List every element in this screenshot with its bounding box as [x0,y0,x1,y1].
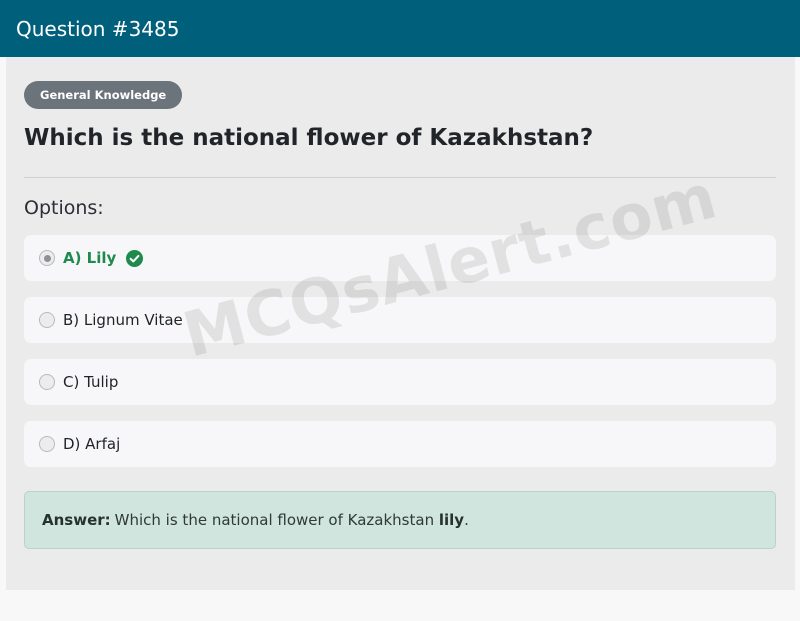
option-label: A) Lily [63,249,117,267]
option-label: D) Arfaj [63,435,121,453]
option-b[interactable]: B) Lignum Vitae [24,297,776,343]
question-card: General Knowledge Which is the national … [6,57,795,590]
option-label: B) Lignum Vitae [63,311,183,329]
answer-box: Answer: Which is the national flower of … [24,491,776,549]
option-c[interactable]: C) Tulip [24,359,776,405]
category-badge[interactable]: General Knowledge [24,81,183,109]
option-d[interactable]: D) Arfaj [24,421,776,467]
option-a[interactable]: A) Lily [24,235,776,281]
radio-option-c[interactable] [39,374,55,390]
answer-suffix: . [464,511,469,529]
divider [24,177,776,178]
page-header: Question #3485 [0,0,800,57]
option-label: C) Tulip [63,373,119,391]
answer-label: Answer: [42,511,111,529]
radio-option-b[interactable] [39,312,55,328]
answer-text: Which is the national flower of Kazakhst… [114,511,435,529]
question-number-title: Question #3485 [16,16,180,41]
radio-option-d[interactable] [39,436,55,452]
options-label: Options: [24,197,104,219]
question-text: Which is the national flower of Kazakhst… [24,125,594,151]
answer-highlight: lily [438,511,465,529]
check-circle-icon [126,249,144,267]
radio-option-a[interactable] [39,250,55,266]
